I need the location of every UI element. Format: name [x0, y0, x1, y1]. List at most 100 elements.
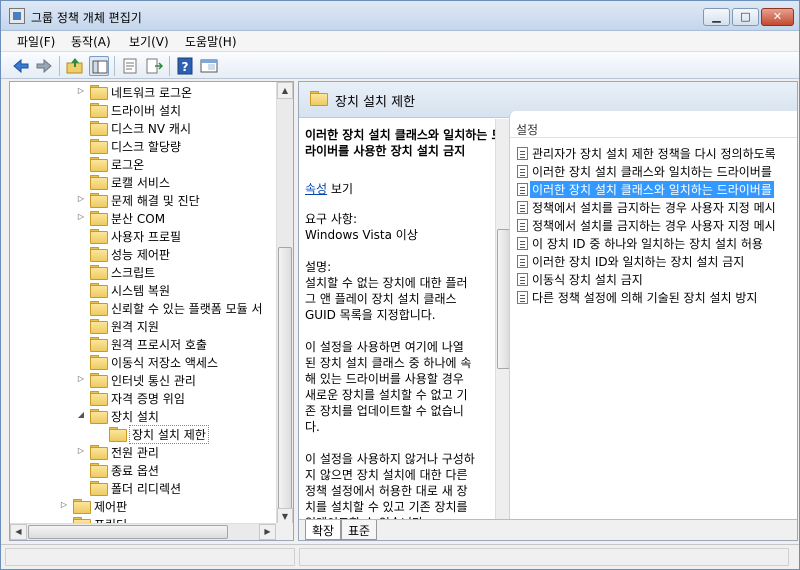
- tree-vertical-scrollbar[interactable]: ▲ ▼: [276, 82, 293, 525]
- tree-horizontal-scrollbar[interactable]: ◀ ▶: [10, 523, 276, 540]
- tree-item[interactable]: 드라이버 설치: [10, 101, 280, 119]
- tree-item[interactable]: ▷ 인터넷 통신 관리: [10, 371, 280, 389]
- tree-item[interactable]: ▷ 분산 COM: [10, 209, 280, 227]
- setting-row[interactable]: 다른 정책 설정에 의해 기술된 장치 설치 방지: [514, 288, 797, 306]
- explain-line: 그 앤 플레이 장치 설치 클래스: [305, 292, 457, 306]
- menu-view[interactable]: 보기(V): [125, 33, 173, 50]
- setting-row[interactable]: 이 장치 ID 중 하나와 일치하는 장치 설치 허용: [514, 234, 797, 252]
- tab-extended[interactable]: 확장: [305, 520, 342, 540]
- tree-item[interactable]: 자격 증명 위임: [10, 389, 280, 407]
- minimize-button[interactable]: ▁: [703, 8, 730, 26]
- setting-row[interactable]: 정책에서 설치를 금지하는 경우 사용자 지정 메시: [514, 216, 797, 234]
- tree-item[interactable]: 디스크 NV 캐시: [10, 119, 280, 137]
- tree-item[interactable]: 폴더 리디렉션: [10, 479, 280, 497]
- gpedit-app-icon[interactable]: [9, 8, 25, 24]
- window-title: 그룹 정책 개체 편집기: [31, 11, 142, 25]
- up-folder-icon[interactable]: [65, 56, 85, 76]
- setting-row[interactable]: 관리자가 장치 설치 제한 정책을 다시 정의하도록: [514, 144, 797, 162]
- folder-icon: [90, 175, 108, 190]
- tab-standard[interactable]: 표준: [341, 520, 378, 540]
- setting-row[interactable]: 이러한 장치 ID와 일치하는 장치 설치 금지: [514, 252, 797, 270]
- folder-icon: [90, 481, 108, 496]
- expand-arrow-icon[interactable]: ▷: [76, 374, 86, 384]
- expand-arrow-icon[interactable]: ▷: [59, 500, 69, 510]
- setting-label: 이 장치 ID 중 하나와 일치하는 장치 설치 허용: [532, 237, 763, 251]
- settings-column-header[interactable]: 설정: [516, 121, 538, 138]
- explain-line: 해 있는 드라이버를 사용할 경우: [305, 372, 464, 386]
- menu-file[interactable]: 파일(F): [13, 33, 59, 50]
- policy-setting-icon: [517, 183, 528, 196]
- folder-icon: [90, 139, 108, 154]
- setting-row[interactable]: 이러한 장치 설치 클래스와 일치하는 드라이버를: [514, 180, 797, 198]
- explain-line: GUID 목록을 지정합니다.: [305, 308, 436, 322]
- maximize-button[interactable]: □: [732, 8, 759, 26]
- tree-item[interactable]: 시스템 복원: [10, 281, 280, 299]
- title-bar[interactable]: 그룹 정책 개체 편집기 ▁ □ ✕: [1, 1, 799, 31]
- tree-item-label: 문제 해결 및 진단: [111, 194, 200, 208]
- menu-action[interactable]: 동작(A): [67, 33, 115, 50]
- folder-icon: [90, 229, 108, 244]
- tree-item-label: 드라이버 설치: [111, 104, 182, 118]
- tree-item[interactable]: 장치 설치 제한: [10, 425, 280, 444]
- tree-item-label: 전원 관리: [111, 446, 159, 460]
- tree-item[interactable]: 디스크 할당량: [10, 137, 280, 155]
- extended-view-icon[interactable]: [199, 56, 219, 76]
- view-tabs: 확장 표준: [299, 519, 797, 540]
- policy-setting-icon: [517, 255, 528, 268]
- scroll-left-arrow-icon[interactable]: ◀: [10, 524, 27, 540]
- collapse-arrow-icon[interactable]: ◢: [76, 410, 86, 420]
- setting-row[interactable]: 이러한 장치 설치 클래스와 일치하는 드라이버를: [514, 162, 797, 180]
- explain-line: 새로운 장치를 설치할 수 없고 기: [305, 388, 468, 402]
- scroll-right-arrow-icon[interactable]: ▶: [259, 524, 276, 540]
- setting-row[interactable]: 정책에서 설치를 금지하는 경우 사용자 지정 메시: [514, 198, 797, 216]
- properties-icon[interactable]: [120, 56, 140, 76]
- setting-label: 이동식 장치 설치 금지: [532, 273, 643, 287]
- scroll-thumb-horizontal[interactable]: [28, 525, 228, 539]
- tree-item[interactable]: ▷ 네트워크 로그온: [10, 83, 280, 101]
- expand-arrow-icon[interactable]: ▷: [76, 212, 86, 222]
- setting-label: 이러한 장치 ID와 일치하는 장치 설치 금지: [532, 255, 745, 269]
- menu-help[interactable]: 도움말(H): [181, 33, 241, 50]
- properties-link[interactable]: 속성: [305, 182, 327, 196]
- explain-line: 치를 설치할 수 있고 기존 장치를: [305, 500, 468, 514]
- folder-icon: [90, 85, 108, 100]
- tree-item[interactable]: ◢ 장치 설치: [10, 407, 280, 425]
- folder-icon: [90, 157, 108, 172]
- policy-setting-icon: [517, 273, 528, 286]
- forward-icon[interactable]: [34, 56, 54, 76]
- tree-pane[interactable]: ▷ 네트워크 로그온드라이버 설치디스크 NV 캐시 디스크 할당량로그온 로캘 서비…: [9, 81, 294, 541]
- tree-item[interactable]: ▷ 제어판: [10, 497, 280, 515]
- toolbar-separator: [169, 56, 170, 76]
- tree-item[interactable]: 원격 프로시저 호출: [10, 335, 280, 353]
- settings-list[interactable]: 설정 관리자가 장치 설치 제한 정책을 다시 정의하도록 이러한 장치 설치 클…: [509, 111, 797, 531]
- tree-item[interactable]: 종료 옵션: [10, 461, 280, 479]
- tree-item[interactable]: 이동식 저장소 액세스: [10, 353, 280, 371]
- tree-item[interactable]: ▷ 문제 해결 및 진단: [10, 191, 280, 209]
- policy-setting-icon: [517, 237, 528, 250]
- tree-item[interactable]: 스크립트: [10, 263, 280, 281]
- setting-row[interactable]: 이동식 장치 설치 금지: [514, 270, 797, 288]
- tree-item-label: 로그온: [111, 158, 145, 172]
- tree-item[interactable]: 성능 제어판: [10, 245, 280, 263]
- folder-icon: [90, 319, 108, 334]
- folder-icon: [90, 391, 108, 406]
- scroll-thumb[interactable]: [278, 247, 292, 509]
- tree-item[interactable]: 로그온: [10, 155, 280, 173]
- folder-icon: [90, 355, 108, 370]
- scroll-up-arrow-icon[interactable]: ▲: [277, 82, 293, 99]
- expand-arrow-icon[interactable]: ▷: [76, 86, 86, 96]
- close-button[interactable]: ✕: [761, 8, 794, 26]
- tree-item[interactable]: 원격 지원: [10, 317, 280, 335]
- back-icon[interactable]: [11, 56, 31, 76]
- tree-item[interactable]: 신뢰할 수 있는 플랫폼 모듈 서: [10, 299, 280, 317]
- expand-arrow-icon[interactable]: ▷: [76, 446, 86, 456]
- tree-item[interactable]: 로캘 서비스: [10, 173, 280, 191]
- expand-arrow-icon[interactable]: ▷: [76, 194, 86, 204]
- tree-item[interactable]: 사용자 프로필: [10, 227, 280, 245]
- show-hide-tree-icon[interactable]: [89, 56, 109, 76]
- export-list-icon[interactable]: [144, 56, 164, 76]
- tree-item-label: 신뢰할 수 있는 플랫폼 모듈 서: [111, 302, 263, 316]
- tree-item-label: 디스크 NV 캐시: [111, 122, 192, 136]
- tree-item[interactable]: ▷ 전원 관리: [10, 443, 280, 461]
- help-icon[interactable]: ?: [175, 56, 195, 76]
